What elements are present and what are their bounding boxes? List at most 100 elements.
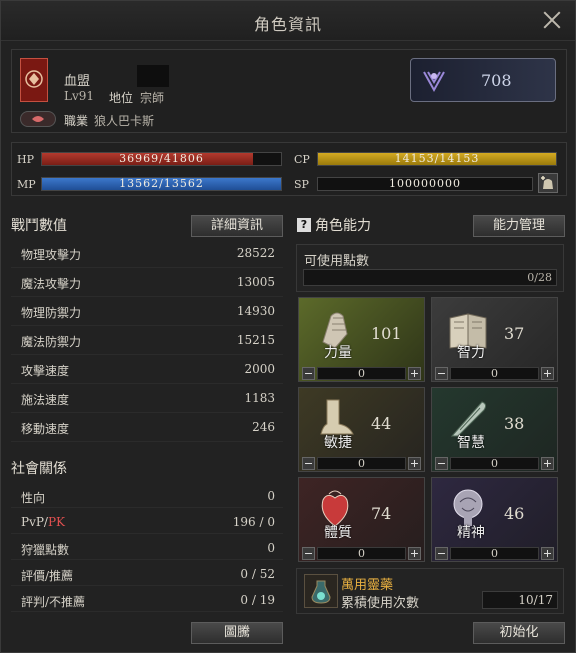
hp-value: 36969/41806 bbox=[119, 152, 204, 165]
allocated-points: 0 bbox=[450, 367, 539, 380]
detail-button[interactable]: 詳細資訊 bbox=[191, 215, 283, 237]
ability-cell-quill: 智慧 38 0 bbox=[431, 387, 558, 472]
sp-label: SP bbox=[294, 178, 309, 191]
stat-value: 2000 bbox=[244, 362, 275, 376]
allocated-points: 0 bbox=[317, 547, 406, 560]
combat-stat-row: 魔法防禦力 15215 bbox=[11, 326, 283, 355]
help-icon[interactable]: ? bbox=[297, 218, 311, 232]
stat-label: 魔法攻擊力 bbox=[21, 277, 82, 291]
ability-value: 46 bbox=[504, 504, 525, 523]
combat-stat-row: 物理攻擊力 28522 bbox=[11, 239, 283, 268]
name-redacted bbox=[137, 65, 169, 87]
sp-bag-icon[interactable] bbox=[538, 173, 558, 193]
points-bar: 0/28 bbox=[303, 269, 557, 286]
stat-value: 0 / 19 bbox=[240, 593, 275, 607]
points-panel: 可使用點數 0/28 bbox=[296, 244, 564, 292]
stat-value: 1183 bbox=[244, 391, 275, 405]
crest-button[interactable]: 圖騰 bbox=[191, 622, 283, 644]
level-text: Lv91 bbox=[64, 89, 95, 103]
potion-icon bbox=[304, 574, 338, 608]
potion-panel: 萬用靈藥 累積使用次數 10/17 bbox=[296, 568, 564, 614]
combat-stat-row: 魔法攻擊力 13005 bbox=[11, 268, 283, 297]
points-label: 可使用點數 bbox=[304, 254, 370, 269]
ability-cell-mind: 精神 46 0 bbox=[431, 477, 558, 562]
title-bar[interactable]: 角色資訊 bbox=[1, 1, 575, 41]
stat-value: 14930 bbox=[236, 304, 275, 318]
stat-label: 移動速度 bbox=[21, 422, 70, 436]
increase-button[interactable] bbox=[541, 457, 554, 470]
window-title: 角色資訊 bbox=[253, 15, 322, 34]
stat-label: 評價/推薦 bbox=[21, 569, 74, 583]
mp-value: 13562/13562 bbox=[119, 177, 204, 190]
sp-value: 100000000 bbox=[389, 177, 461, 190]
decrease-button[interactable] bbox=[435, 547, 448, 560]
increase-button[interactable] bbox=[408, 457, 421, 470]
pvp-label: PvP/ bbox=[21, 515, 48, 529]
class-label: 職業 bbox=[64, 114, 89, 128]
ability-cell-book: 智力 37 0 bbox=[431, 297, 558, 382]
decrease-button[interactable] bbox=[302, 547, 315, 560]
increase-button[interactable] bbox=[408, 367, 421, 380]
social-title: 社會關係 bbox=[11, 461, 67, 477]
ability-name: 敏捷 bbox=[324, 435, 352, 451]
decrease-button[interactable] bbox=[435, 367, 448, 380]
stat-label: 性向 bbox=[21, 491, 46, 505]
ability-value: 37 bbox=[504, 324, 525, 343]
stat-value: 0 bbox=[267, 541, 275, 555]
reset-button[interactable]: 初始化 bbox=[473, 622, 565, 644]
hp-bar: 36969/41806 bbox=[41, 152, 282, 166]
score-value: 708 bbox=[481, 71, 512, 90]
class-emblem-icon bbox=[20, 111, 56, 127]
points-value: 0/28 bbox=[527, 271, 552, 284]
mp-bar: 13562/13562 bbox=[41, 177, 282, 191]
increase-button[interactable] bbox=[408, 547, 421, 560]
combat-stat-row: 施法速度 1183 bbox=[11, 384, 283, 413]
social-row: PvP/PK 196 / 0 bbox=[11, 508, 283, 534]
potion-name: 萬用靈藥 bbox=[341, 578, 394, 593]
mp-label: MP bbox=[17, 178, 36, 191]
social-row: 狩獵點數 0 bbox=[11, 534, 283, 560]
stat-value: 0 / 52 bbox=[240, 567, 275, 581]
rank-value: 宗師 bbox=[140, 91, 165, 105]
pk-label: PK bbox=[47, 515, 66, 529]
character-info-window: 角色資訊 血盟 Lv91 地位 宗師 職業 狼人巴卡斯 708 HP 36969… bbox=[0, 0, 576, 653]
sp-bar: 100000000 bbox=[317, 177, 533, 191]
stat-value: 196 / 0 bbox=[232, 515, 275, 529]
decrease-button[interactable] bbox=[302, 367, 315, 380]
allocated-points: 0 bbox=[317, 457, 406, 470]
rank-label: 地位 bbox=[109, 91, 134, 105]
stat-label: 物理防禦力 bbox=[21, 306, 82, 320]
ability-value: 38 bbox=[504, 414, 525, 433]
ability-name: 智力 bbox=[457, 345, 485, 361]
potion-count-box: 10/17 bbox=[482, 591, 558, 609]
decrease-button[interactable] bbox=[302, 457, 315, 470]
stat-value: 13005 bbox=[236, 275, 275, 289]
increase-button[interactable] bbox=[541, 547, 554, 560]
stat-label: 攻擊速度 bbox=[21, 364, 70, 378]
cp-value: 14153/14153 bbox=[394, 152, 480, 165]
clan-crest-icon bbox=[20, 58, 48, 102]
stat-value: 246 bbox=[252, 420, 275, 434]
manage-button[interactable]: 能力管理 bbox=[473, 215, 565, 237]
allocated-points: 0 bbox=[317, 367, 406, 380]
social-row: 性向 0 bbox=[11, 482, 283, 508]
score-box[interactable]: 708 bbox=[410, 58, 556, 102]
stat-value: 0 bbox=[267, 489, 275, 503]
cp-bar: 14153/14153 bbox=[317, 152, 557, 166]
stat-value: 28522 bbox=[236, 246, 275, 260]
increase-button[interactable] bbox=[541, 367, 554, 380]
hp-label: HP bbox=[17, 153, 34, 166]
combat-title: 戰鬥數值 bbox=[11, 218, 67, 234]
allocated-points: 0 bbox=[450, 547, 539, 560]
combat-stat-row: 物理防禦力 14930 bbox=[11, 297, 283, 326]
close-icon[interactable] bbox=[541, 9, 563, 31]
potion-value: 10/17 bbox=[518, 593, 553, 607]
decrease-button[interactable] bbox=[435, 457, 448, 470]
social-row: 評判/不推薦 0 / 19 bbox=[11, 586, 283, 612]
ability-cell-heart: 體質 74 0 bbox=[298, 477, 425, 562]
ability-cell-fist: 力量 101 0 bbox=[298, 297, 425, 382]
allocated-points: 0 bbox=[450, 457, 539, 470]
ability-name: 精神 bbox=[457, 525, 485, 541]
stat-label: 狩獵點數 bbox=[21, 543, 70, 557]
stat-value: 15215 bbox=[236, 333, 275, 347]
